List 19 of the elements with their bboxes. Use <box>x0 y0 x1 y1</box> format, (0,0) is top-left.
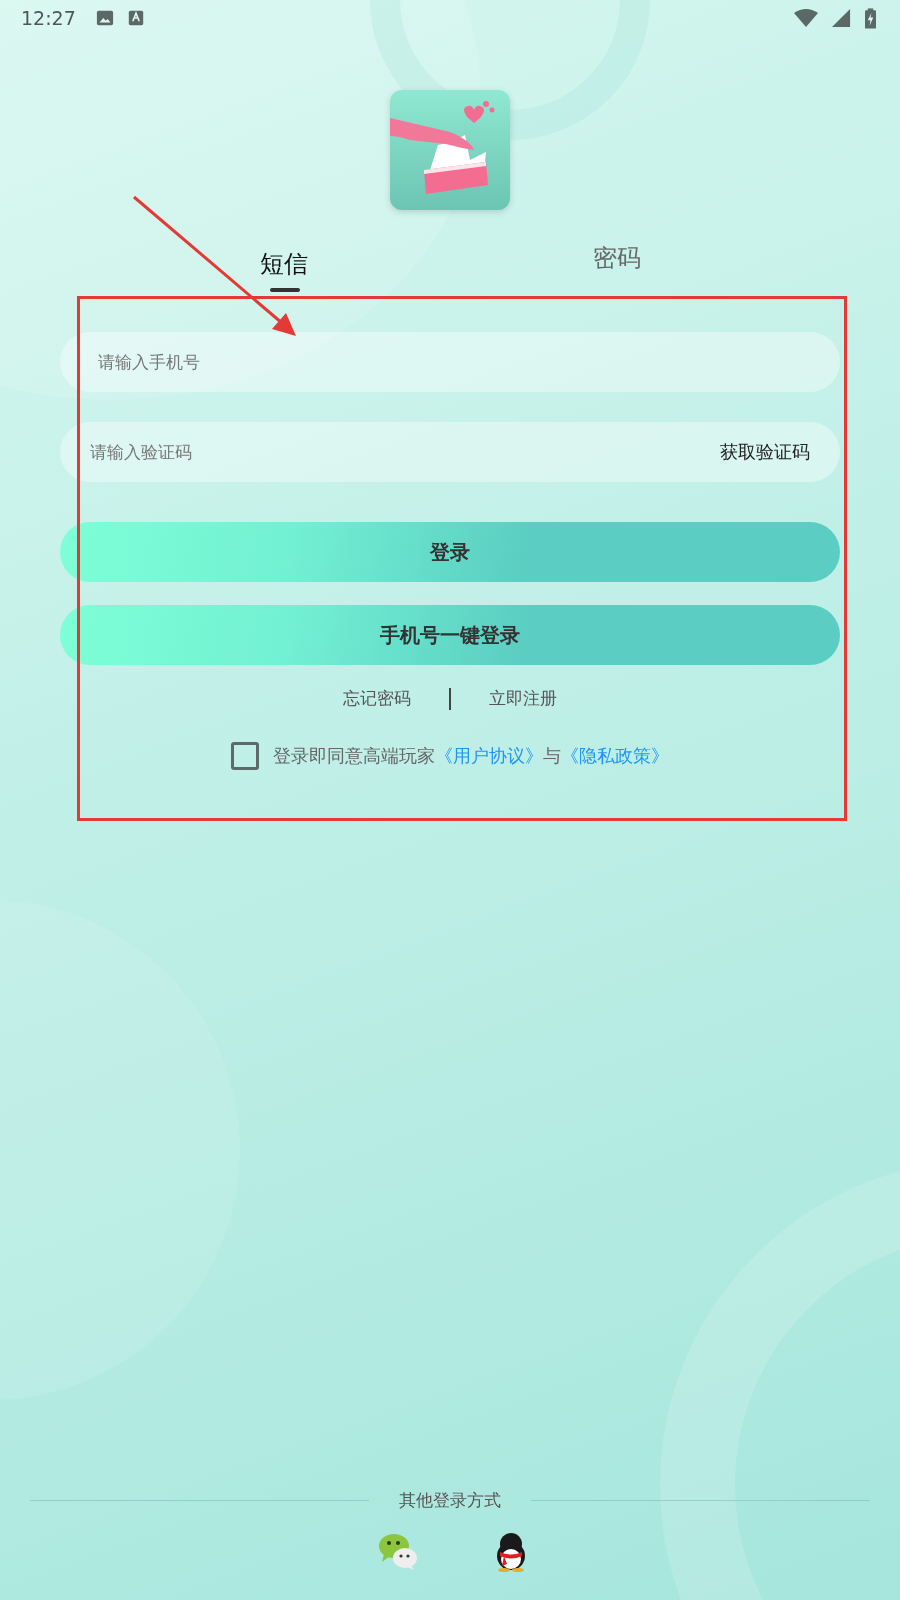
agreement-checkbox[interactable] <box>231 742 259 770</box>
signal-icon <box>832 8 851 28</box>
font-icon <box>127 10 144 26</box>
wifi-icon <box>794 8 818 28</box>
penguin-icon[interactable] <box>494 1532 528 1572</box>
image-icon <box>95 9 114 27</box>
battery-icon <box>865 7 876 29</box>
login-tab[interactable]: 短信 <box>0 244 570 292</box>
get-code-button[interactable]: 获取验证码 <box>690 422 840 482</box>
status-time: 12:27 <box>21 7 76 29</box>
app-logo-icon <box>390 90 510 210</box>
agreement-text: 登录即同意高端玩家《用户协议》与《隐私政策》 <box>273 744 669 768</box>
login-tab[interactable]: 密码 <box>570 232 900 292</box>
register-link[interactable]: 立即注册 <box>489 687 557 710</box>
chat-bubbles-icon[interactable] <box>378 1532 418 1570</box>
forgot-password-link[interactable]: 忘记密码 <box>343 687 411 710</box>
one-click-login-button[interactable]: 手机号一键登录 <box>60 605 840 665</box>
login-button[interactable]: 登录 <box>60 522 840 582</box>
other-login-label: 其他登录方式 <box>399 1489 501 1512</box>
